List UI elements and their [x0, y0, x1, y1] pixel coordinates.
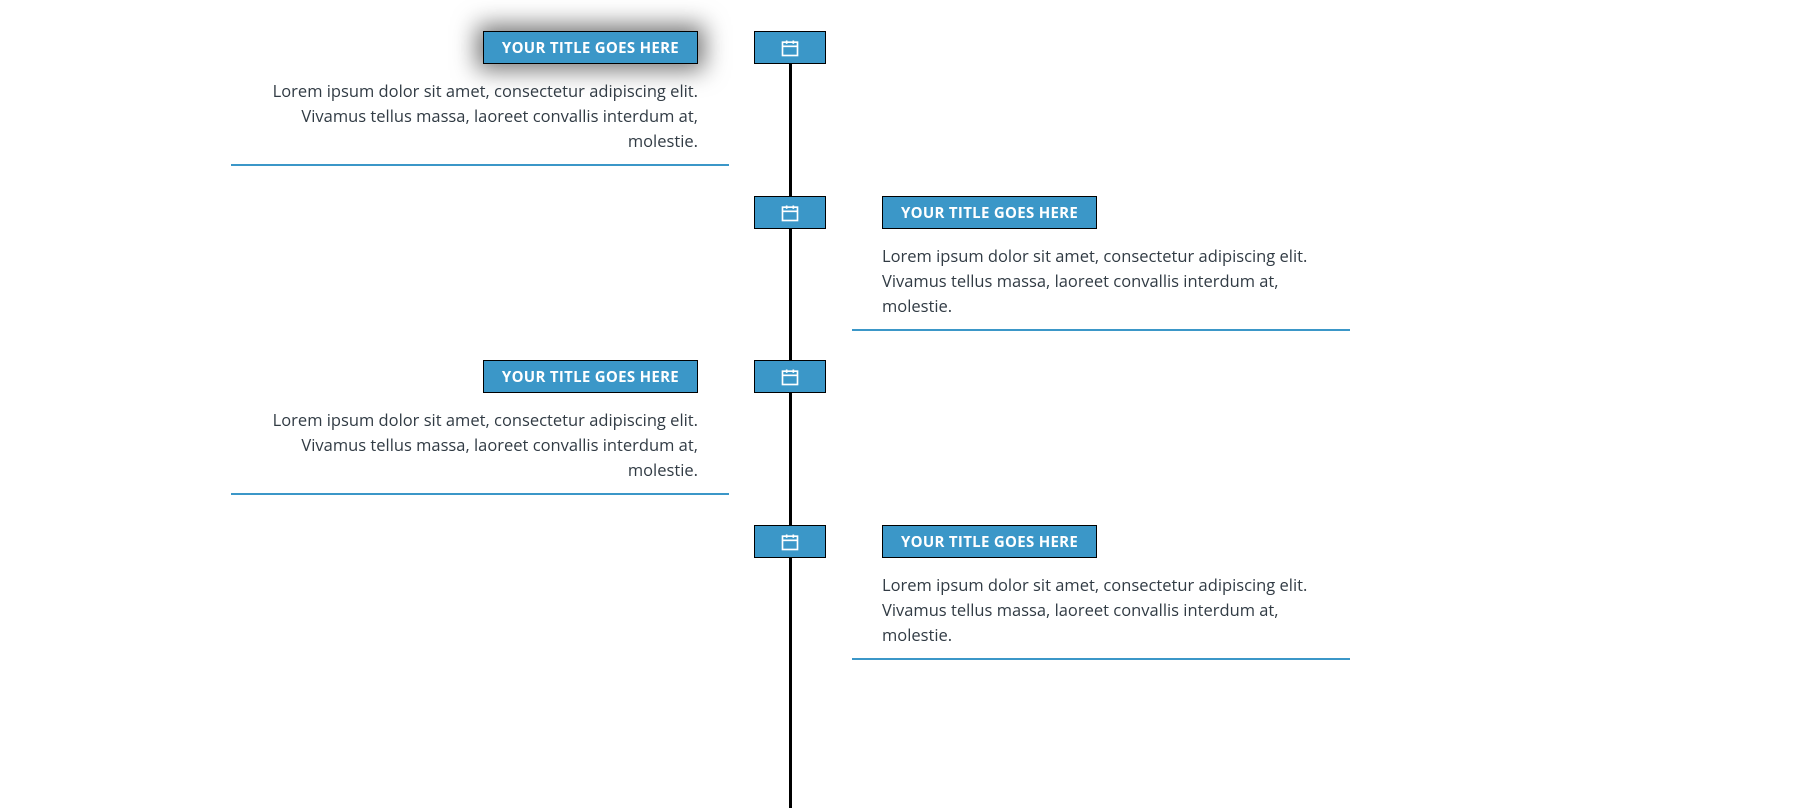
timeline-item-title[interactable]: YOUR TITLE GOES HERE: [483, 360, 698, 393]
timeline-node: [754, 525, 826, 558]
timeline-item-separator: [852, 658, 1350, 660]
calendar-icon: [780, 38, 800, 58]
timeline-item-separator: [231, 164, 729, 166]
timeline-item-title[interactable]: YOUR TITLE GOES HERE: [483, 31, 698, 64]
desc-line: Vivamus tellus massa, laoreet convallis …: [301, 433, 698, 481]
timeline: YOUR TITLE GOES HERE Lorem ipsum dolor s…: [0, 0, 1800, 801]
timeline-node: [754, 31, 826, 64]
timeline-item-description: Lorem ipsum dolor sit amet, consectetur …: [882, 572, 1342, 647]
calendar-icon: [780, 367, 800, 387]
timeline-item-separator: [231, 493, 729, 495]
timeline-node: [754, 360, 826, 393]
timeline-vertical-line: [789, 48, 792, 808]
desc-line: Lorem ipsum dolor sit amet, consectetur …: [882, 573, 1307, 596]
desc-line: Vivamus tellus massa, laoreet convallis …: [882, 269, 1279, 317]
timeline-item-description: Lorem ipsum dolor sit amet, consectetur …: [258, 78, 698, 153]
desc-line: Lorem ipsum dolor sit amet, consectetur …: [273, 408, 698, 431]
timeline-node: [754, 196, 826, 229]
desc-line: Lorem ipsum dolor sit amet, consectetur …: [273, 79, 698, 102]
desc-line: Vivamus tellus massa, laoreet convallis …: [301, 104, 698, 152]
desc-line: Vivamus tellus massa, laoreet convallis …: [882, 598, 1279, 646]
desc-line: Lorem ipsum dolor sit amet, consectetur …: [882, 244, 1307, 267]
timeline-item-description: Lorem ipsum dolor sit amet, consectetur …: [882, 243, 1342, 318]
calendar-icon: [780, 203, 800, 223]
calendar-icon: [780, 532, 800, 552]
timeline-item-separator: [852, 329, 1350, 331]
timeline-item-title[interactable]: YOUR TITLE GOES HERE: [882, 525, 1097, 558]
timeline-item-title[interactable]: YOUR TITLE GOES HERE: [882, 196, 1097, 229]
timeline-item-description: Lorem ipsum dolor sit amet, consectetur …: [258, 407, 698, 482]
